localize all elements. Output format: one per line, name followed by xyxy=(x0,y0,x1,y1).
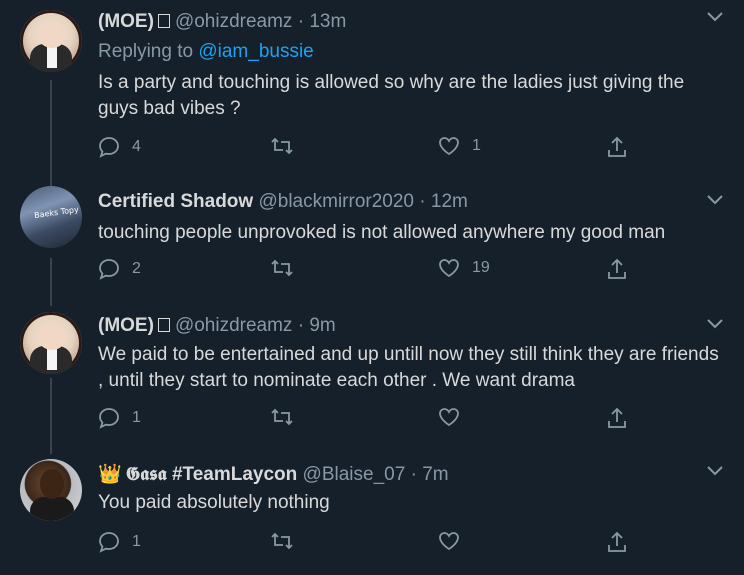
tweet-text: You paid absolutely nothing xyxy=(98,492,330,513)
tweet-header: (MOE) @ohizdreamz · 9m xyxy=(98,315,336,337)
reply-icon xyxy=(98,531,120,553)
tweet-text: touching people unprovoked is not allowe… xyxy=(98,222,666,243)
like-button[interactable] xyxy=(438,407,472,427)
share-button[interactable] xyxy=(606,136,628,158)
retweet-icon xyxy=(270,258,294,278)
emoji-placeholder-icon xyxy=(157,318,170,332)
display-name[interactable]: (MOE) xyxy=(98,11,154,32)
separator: · xyxy=(297,315,305,336)
reply-button[interactable]: 1 xyxy=(98,407,141,429)
tweet-header: Certified Shadow @blackmirror2020 · 12m xyxy=(98,191,468,213)
separator: · xyxy=(410,464,417,485)
timestamp[interactable]: 12m xyxy=(431,191,468,212)
display-name[interactable]: Certified Shadow xyxy=(98,191,253,212)
tweet-actions: 2 19 xyxy=(98,258,658,282)
heart-icon xyxy=(438,136,460,156)
heart-icon xyxy=(438,407,460,427)
separator: · xyxy=(419,191,426,212)
share-button[interactable] xyxy=(606,407,628,429)
like-count: 19 xyxy=(472,259,490,276)
avatar[interactable] xyxy=(20,10,82,72)
like-button[interactable]: 19 xyxy=(438,258,490,278)
tweet[interactable]: (MOE) @ohizdreamz · 13m Replying to @iam_… xyxy=(0,0,744,175)
share-button[interactable] xyxy=(606,258,628,280)
crown-icon: 👑 xyxy=(98,464,122,485)
timestamp[interactable]: 7m xyxy=(422,464,448,485)
display-name[interactable]: (MOE) xyxy=(98,315,154,336)
reply-count: 1 xyxy=(132,409,141,426)
handle[interactable]: @ohizdreamz xyxy=(175,315,293,336)
retweet-button[interactable] xyxy=(270,407,306,427)
like-button[interactable]: 1 xyxy=(438,136,481,156)
tweet-text: Is a party and touching is allowed so wh… xyxy=(98,72,685,119)
share-icon xyxy=(606,258,628,280)
reply-count: 2 xyxy=(132,260,141,277)
tweet-header: 👑 𝕲𝖆𝖘𝖆 #TeamLaycon @Blaise_07 · 7m xyxy=(98,462,449,486)
handle[interactable]: @blackmirror2020 xyxy=(258,191,414,212)
retweet-button[interactable] xyxy=(270,531,306,551)
handle[interactable]: @ohizdreamz xyxy=(175,11,293,32)
avatar-overlay-text: Baeks Topy xyxy=(33,204,80,221)
reply-button[interactable]: 1 xyxy=(98,531,141,553)
share-button[interactable] xyxy=(606,531,628,553)
avatar[interactable]: Baeks Topy xyxy=(20,186,82,248)
retweet-button[interactable] xyxy=(270,136,306,156)
chevron-down-icon[interactable] xyxy=(707,12,723,22)
timestamp[interactable]: 13m xyxy=(309,11,346,32)
like-button[interactable] xyxy=(438,531,472,551)
replying-to-label: Replying to xyxy=(98,41,194,62)
heart-icon xyxy=(438,258,460,278)
avatar[interactable] xyxy=(20,459,82,521)
reply-count: 1 xyxy=(132,533,141,550)
tweet-actions: 1 xyxy=(98,407,658,431)
retweet-icon xyxy=(270,531,294,551)
reply-icon xyxy=(98,407,120,429)
retweet-button[interactable] xyxy=(270,258,306,278)
tweet-header: (MOE) @ohizdreamz · 13m xyxy=(98,11,346,33)
replying-to: Replying to @iam_bussie xyxy=(98,41,314,63)
share-icon xyxy=(606,407,628,429)
tweet-text: We paid to be entertained and up untill … xyxy=(98,344,719,391)
reply-icon xyxy=(98,258,120,280)
heart-icon xyxy=(438,531,460,551)
tweet-actions: 1 xyxy=(98,531,658,555)
like-count: 1 xyxy=(472,137,481,154)
chevron-down-icon[interactable] xyxy=(707,319,723,329)
tweet[interactable]: Baeks Topy Certified Shadow @blackmirror… xyxy=(0,175,744,295)
reply-icon xyxy=(98,136,120,158)
handle[interactable]: @Blaise_07 xyxy=(303,464,406,485)
retweet-icon xyxy=(270,407,294,427)
tweet-actions: 4 1 xyxy=(98,136,658,160)
retweet-icon xyxy=(270,136,294,156)
reply-count: 4 xyxy=(132,138,141,155)
reply-button[interactable]: 4 xyxy=(98,136,141,158)
display-name[interactable]: 𝕲𝖆𝖘𝖆 #TeamLaycon xyxy=(126,464,298,485)
tweet[interactable]: 👑 𝕲𝖆𝖘𝖆 #TeamLaycon @Blaise_07 · 7m You pa… xyxy=(0,445,744,575)
chevron-down-icon[interactable] xyxy=(707,466,723,476)
share-icon xyxy=(606,136,628,158)
separator: · xyxy=(297,11,305,32)
chevron-down-icon[interactable] xyxy=(707,195,723,205)
emoji-placeholder-icon xyxy=(157,14,170,28)
reply-button[interactable]: 2 xyxy=(98,258,141,280)
tweet[interactable]: (MOE) @ohizdreamz · 9m We paid to be ente… xyxy=(0,295,744,445)
share-icon xyxy=(606,531,628,553)
mention-link[interactable]: @iam_bussie xyxy=(198,41,313,62)
avatar[interactable] xyxy=(20,312,82,374)
timestamp[interactable]: 9m xyxy=(309,315,335,336)
